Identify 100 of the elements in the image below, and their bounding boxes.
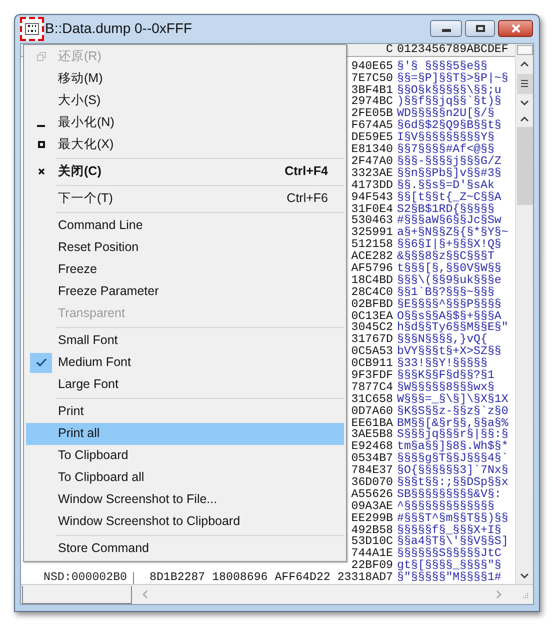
check-icon [30, 352, 52, 373]
hex-cell: 2F47A0 [351, 156, 393, 168]
ascii-cell: §§.§§s§=D'§sAk [397, 180, 494, 192]
scroll-up-icon[interactable] [520, 60, 529, 67]
address-field[interactable] [22, 586, 132, 604]
menu-item-label: 关闭(C) [58, 163, 102, 180]
scroll-down-icon[interactable] [520, 573, 529, 579]
hex-cell: 31F0E4 [351, 204, 393, 216]
menu-item[interactable]: 下一个(T) Ctrl+F6 [26, 188, 344, 210]
address-cell-text: NSD:000002B0 [42, 572, 128, 584]
menu-item[interactable]: Medium Font [26, 352, 344, 374]
hex-cell: 53D10C [351, 536, 393, 548]
menu-item-label: 移动(M) [58, 70, 104, 88]
ascii-cell: SB§§§§§§§§§&V§: [397, 488, 502, 501]
ascii-cell: BM§§[&§r§§,§§a§% [397, 418, 508, 430]
ascii-cell: §§O§k§§§§§\§§;u [397, 84, 502, 96]
menu-item[interactable]: Freeze Parameter [26, 280, 344, 303]
menu-item[interactable]: 最大化(X) [26, 134, 344, 156]
menu-item[interactable]: 最小化(N) [26, 112, 344, 134]
hex-cell: 3323AE [351, 168, 393, 180]
menu-item[interactable]: Command Line [26, 214, 344, 237]
ascii-cell: gt§[§§§§_§§§§"§ [397, 560, 502, 572]
hex-cell: 31C658 [351, 394, 393, 406]
menu-item[interactable]: Large Font [26, 374, 344, 396]
menu-item[interactable]: Window Screenshot to Clipboard [26, 510, 344, 533]
menu-item[interactable]: 移动(M) [26, 68, 344, 90]
hex-cell: EE299B [351, 512, 393, 525]
menu-item-label: Freeze [58, 261, 98, 278]
shortcut-label: Ctrl+F6 [286, 190, 328, 208]
hex-cell: E81340 [351, 144, 393, 156]
hex-cell: F674A5 [351, 120, 393, 132]
ascii-cell: bVY§§§t§+X>SZ§§ [397, 346, 502, 358]
menu-item[interactable]: 大小(S) [26, 90, 344, 112]
hex-cell: 3BF4B1 [351, 84, 393, 96]
ascii-cell: §§§§§f§_§§§X+I§ [397, 524, 502, 536]
menu-item[interactable]: Reset Position [26, 236, 344, 259]
hex-cell: 0CB911 [351, 358, 393, 370]
hex-cell: 744A1E [351, 548, 393, 560]
menu-item-label: 还原(R) [58, 48, 102, 66]
minimize-icon [37, 124, 45, 127]
close-button[interactable] [498, 20, 533, 38]
menu-item-label: 下一个(T) [58, 190, 114, 208]
hex-cell: 2974BC [351, 96, 393, 108]
scroll-up-icon[interactable] [520, 116, 529, 122]
menu-item[interactable]: Store Command [26, 538, 344, 560]
resize-grip-icon[interactable] [520, 590, 529, 599]
ascii-cell: §§n§§Pb§]v§§#3§ [397, 168, 502, 180]
ascii-cell: §'§ §§§§5§e§§ [397, 60, 488, 73]
ascii-cell: h§d§§Ty6§§M§§E§" [397, 322, 508, 334]
hex-cell: EE61BA [351, 418, 393, 430]
ascii-cell: §§§\(§§9§uk§§§e [397, 274, 502, 287]
scroll-thumb[interactable] [516, 74, 532, 94]
hex-cell: ACE282 [351, 251, 393, 263]
ascii-cell: §K§S§§z-§§z§`z§0 [397, 406, 508, 418]
window-title: B::Data.dump 0--0xFFF [45, 19, 192, 38]
ascii-cell: #§§§aW§6§§Jc§Sw [397, 215, 502, 228]
ascii-cell: §§a4§T§\'§§V§§S] [397, 536, 508, 548]
ascii-cell: tm§a§§]§8§.Wh$§* [397, 441, 508, 454]
menu-item[interactable]: To Clipboard [26, 444, 344, 467]
close-icon [38, 168, 44, 176]
ascii-cell: S§§§jq§§§r§|§§:§ [397, 429, 508, 442]
hex-cell: AF5796 [351, 262, 393, 275]
menu-item-label: Store Command [58, 540, 150, 558]
hex-cell: 3045C2 [351, 322, 393, 334]
menu-item[interactable]: Print [26, 400, 344, 423]
hex-cell: 784E37 [351, 465, 393, 477]
hex-cell: 2FE05B [351, 108, 393, 120]
scroll-down-icon[interactable] [520, 100, 529, 106]
menu-item[interactable]: Freeze [26, 258, 344, 281]
ascii-cell: §§1`B§?§§§~§§§ [397, 286, 494, 299]
scroll-thumb[interactable] [516, 126, 532, 205]
maximize-button[interactable] [465, 20, 495, 38]
ascii-cell: §O{§§§§§§3]`7Nx§ [397, 465, 508, 477]
menu-item[interactable]: To Clipboard all [26, 466, 344, 489]
menu-item[interactable]: Window Screenshot to File... [26, 488, 344, 511]
column-header-label: C [386, 43, 393, 56]
maximize-icon [476, 25, 484, 32]
ascii-cell: ^§§§§§§§§§§§§§ [397, 500, 494, 513]
ascii-cell: WD§§§§§n2U[§/§ [397, 108, 494, 120]
ascii-cell: O§§s§§A§$§+§§§A [397, 310, 502, 322]
menu-item[interactable]: Small Font [26, 330, 344, 352]
ascii-cell: §§§-§§§§j§§§G/Z [397, 156, 502, 168]
ascii-cell: §6d§$2§Q9§B§§t§ [397, 120, 502, 132]
minimize-icon [442, 29, 450, 32]
ascii-cell: §§6§I|§+§§§X!Q§ [397, 239, 502, 252]
hex-cell: 31767D [351, 334, 393, 346]
menu-item-label: Freeze Parameter [58, 283, 160, 300]
menu-item-label: 最大化(X) [58, 136, 115, 154]
app-icon[interactable] [20, 16, 44, 41]
ascii-cell: §§=§P]§§T§>§P|~§ [397, 72, 508, 85]
ascii-cell: t§§§[§,§§0V§W§§ [397, 262, 502, 275]
vertical-scrollbar[interactable] [515, 44, 533, 584]
menu-item[interactable]: 关闭(C) Ctrl+F4 [26, 160, 344, 183]
hex-cell: 0C13EA [351, 310, 393, 322]
hex-cell: 09A3AE [351, 500, 393, 513]
hex-cell: 4173DD [351, 180, 393, 192]
menu-item[interactable]: Print all [26, 422, 344, 445]
minimize-button[interactable] [430, 20, 462, 38]
ascii-cell: I§V§§§§§§§§§Y§ [397, 132, 494, 144]
ascii-cell: §§[t§§t{_Z~C§§A [397, 192, 502, 204]
